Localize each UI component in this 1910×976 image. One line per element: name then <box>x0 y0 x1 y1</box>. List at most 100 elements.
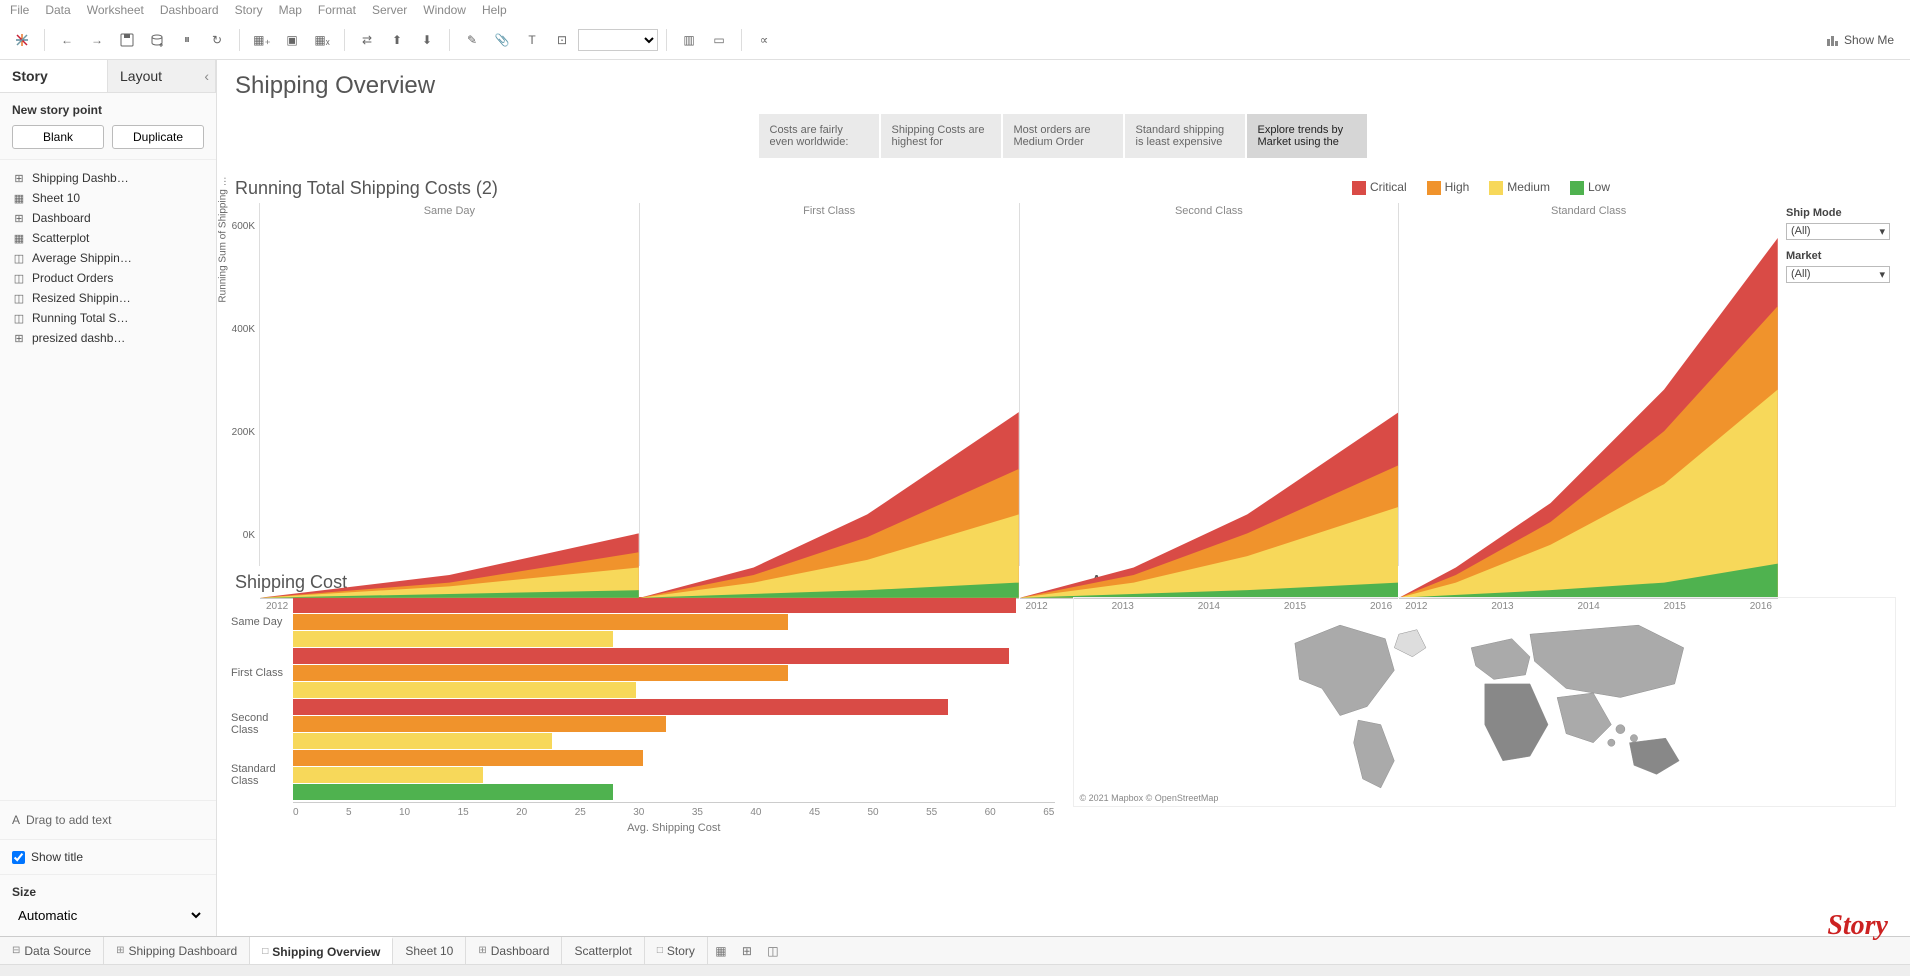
new-worksheet-icon[interactable]: ▦₊ <box>248 26 276 54</box>
size-select[interactable]: Automatic <box>12 905 204 926</box>
story-caption[interactable]: Shipping Costs are highest for <box>881 114 1001 158</box>
menu-server[interactable]: Server <box>372 3 407 17</box>
highlight-icon[interactable]: ✎ <box>458 26 486 54</box>
list-item[interactable]: ▦Sheet 10 <box>0 188 216 208</box>
menu-format[interactable]: Format <box>318 3 356 17</box>
collapse-icon[interactable]: ‹ <box>204 68 209 84</box>
sort-desc-icon[interactable]: ⬇ <box>413 26 441 54</box>
chart1-title: Running Total Shipping Costs (2) <box>235 178 498 199</box>
tableau-logo-icon[interactable] <box>8 26 36 54</box>
duplicate-button[interactable]: Duplicate <box>112 125 204 149</box>
story-caption[interactable]: Standard shipping is least expensive <box>1125 114 1245 158</box>
map-attribution: © 2021 Mapbox © OpenStreetMap <box>1080 793 1219 803</box>
list-item[interactable]: ⊞presized dashb… <box>0 328 216 348</box>
dashboard-icon: ⊞ <box>12 332 26 345</box>
list-item[interactable]: ◫Resized Shippin… <box>0 288 216 308</box>
menubar: File Data Worksheet Dashboard Story Map … <box>0 0 1910 20</box>
status-bar <box>0 964 1910 976</box>
menu-map[interactable]: Map <box>279 3 302 17</box>
list-item[interactable]: ◫Product Orders <box>0 268 216 288</box>
map-chart[interactable]: Average Shipping Cost by Country (2) <box>1073 566 1897 929</box>
menu-help[interactable]: Help <box>482 3 507 17</box>
blank-button[interactable]: Blank <box>12 125 104 149</box>
sheet-icon: ▦ <box>12 232 26 245</box>
menu-file[interactable]: File <box>10 3 29 17</box>
tab-scatterplot[interactable]: Scatterplot <box>562 937 644 964</box>
new-story-tab-icon[interactable]: ◫ <box>760 944 786 958</box>
tab-story[interactable]: □Story <box>645 937 708 964</box>
story-caption[interactable]: Explore trends by Market using the <box>1247 114 1367 158</box>
show-title-checkbox[interactable] <box>12 851 25 864</box>
list-item[interactable]: ◫Running Total S… <box>0 308 216 328</box>
autoupdate-icon[interactable]: ⏸ <box>173 26 201 54</box>
brand-watermark: Story <box>1827 910 1888 942</box>
text-a-icon: A <box>12 813 20 827</box>
menu-window[interactable]: Window <box>423 3 466 17</box>
list-item[interactable]: ▦Scatterplot <box>0 228 216 248</box>
new-dashboard-tab-icon[interactable]: ⊞ <box>734 944 760 958</box>
menu-story[interactable]: Story <box>235 3 263 17</box>
forward-icon[interactable]: → <box>83 26 111 54</box>
tab-dashboard[interactable]: ⊞Dashboard <box>466 937 562 964</box>
sort-asc-icon[interactable]: ⬆ <box>383 26 411 54</box>
facet-second-class[interactable]: Second Class 20122013201420152016 <box>1019 203 1399 566</box>
back-icon[interactable]: ← <box>53 26 81 54</box>
save-icon[interactable] <box>113 26 141 54</box>
clear-sheet-icon[interactable]: ▦ₓ <box>308 26 336 54</box>
fit-icon[interactable]: ⊡ <box>548 26 576 54</box>
bar-categories: Same Day First Class Second Class Standa… <box>231 597 293 834</box>
bar-chart[interactable]: Shipping Cost Same Day First Class Secon… <box>231 566 1055 929</box>
bar-x-label: Avg. Shipping Cost <box>293 822 1055 834</box>
filter-market-select[interactable]: (All)▾ <box>1786 266 1890 283</box>
chevron-down-icon: ▾ <box>1879 225 1885 238</box>
share-icon[interactable]: ∝ <box>750 26 778 54</box>
menu-dashboard[interactable]: Dashboard <box>160 3 219 17</box>
left-panel: Story Layout‹ New story point Blank Dupl… <box>0 60 217 936</box>
filter-market-label: Market <box>1786 250 1890 262</box>
story-caption[interactable]: Costs are fairly even worldwide: <box>759 114 879 158</box>
legend: Critical High Medium Low <box>1352 180 1610 195</box>
menu-data[interactable]: Data <box>45 3 70 17</box>
sheet-icon: ◫ <box>12 252 26 265</box>
dashboard-icon: ⊞ <box>12 172 26 185</box>
drag-text-hint[interactable]: A Drag to add text <box>0 800 216 840</box>
story-caption[interactable]: Most orders are Medium Order <box>1003 114 1123 158</box>
sheet-icon: ◫ <box>12 272 26 285</box>
show-cards-icon[interactable]: ▥ <box>675 26 703 54</box>
new-datasource-icon[interactable] <box>143 26 171 54</box>
y-axis: Running Sum of Shipping … 600K 400K 200K… <box>229 203 259 566</box>
refresh-icon[interactable]: ↻ <box>203 26 231 54</box>
tab-story[interactable]: Story <box>0 60 108 92</box>
menu-worksheet[interactable]: Worksheet <box>87 3 144 17</box>
facet-standard-class[interactable]: Standard Class 20122013201420152016 <box>1398 203 1778 566</box>
tab-sheet10[interactable]: Sheet 10 <box>393 937 466 964</box>
newpoint-heading: New story point <box>12 103 204 117</box>
present-icon[interactable]: ▭ <box>705 26 733 54</box>
attach-icon[interactable]: 📎 <box>488 26 516 54</box>
bar-x-axis: 05101520253035404550556065 <box>293 802 1055 818</box>
story-canvas: Shipping Overview Costs are fairly even … <box>217 60 1910 936</box>
tab-shipping-overview[interactable]: □Shipping Overview <box>250 937 393 964</box>
story-navigator: Costs are fairly even worldwide: Shippin… <box>217 106 1910 172</box>
list-item[interactable]: ⊞Shipping Dashb… <box>0 168 216 188</box>
story-title[interactable]: Shipping Overview <box>217 60 1910 106</box>
new-worksheet-tab-icon[interactable]: ▦ <box>708 944 734 958</box>
text-icon[interactable]: T <box>518 26 546 54</box>
tab-layout[interactable]: Layout‹ <box>108 60 216 92</box>
chevron-down-icon: ▾ <box>1879 268 1885 281</box>
fit-dropdown[interactable] <box>578 29 658 51</box>
show-me-button[interactable]: Show Me <box>1818 33 1902 47</box>
list-item[interactable]: ◫Average Shippin… <box>0 248 216 268</box>
size-heading: Size <box>12 885 204 899</box>
list-item[interactable]: ⊞Dashboard <box>0 208 216 228</box>
facet-first-class[interactable]: First Class 20122013201420152016 <box>639 203 1019 566</box>
facet-same-day[interactable]: Same Day 20122013201420152016 <box>259 203 639 566</box>
duplicate-sheet-icon[interactable]: ▣ <box>278 26 306 54</box>
tab-shipping-dashboard[interactable]: ⊞Shipping Dashboard <box>104 937 250 964</box>
tab-data-source[interactable]: ⊟Data Source <box>0 937 104 964</box>
swap-icon[interactable]: ⇄ <box>353 26 381 54</box>
showme-icon <box>1826 33 1840 47</box>
filter-shipmode-label: Ship Mode <box>1786 207 1890 219</box>
sheet-icon: ◫ <box>12 292 26 305</box>
filter-shipmode-select[interactable]: (All)▾ <box>1786 223 1890 240</box>
